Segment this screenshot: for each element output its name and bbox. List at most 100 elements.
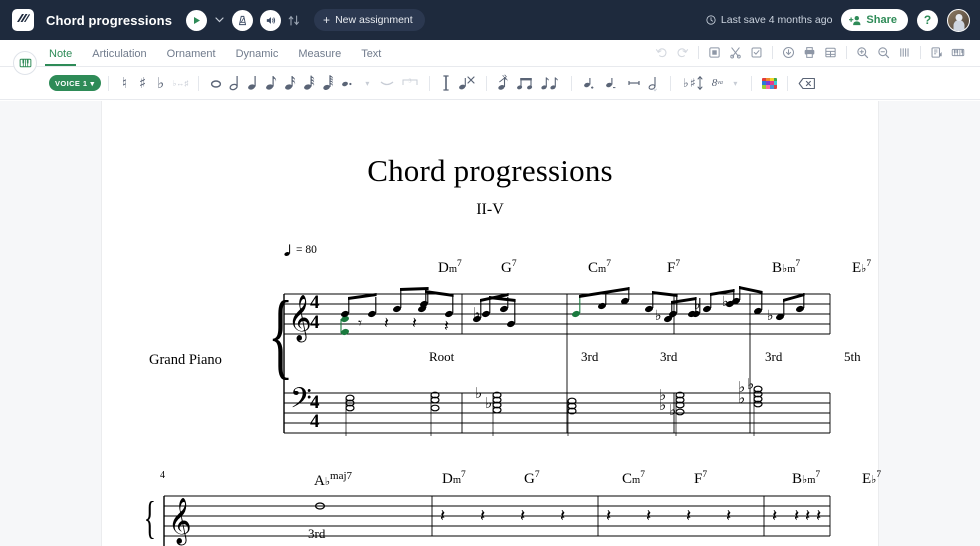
- divider: [698, 46, 699, 59]
- delete-note-icon[interactable]: [455, 71, 479, 95]
- natural-accidental-icon[interactable]: ♮: [116, 71, 134, 95]
- tab-measure[interactable]: Measure: [298, 48, 341, 66]
- tuplet-icon[interactable]: 3: [398, 71, 422, 95]
- enharmonic-toggle-icon[interactable]: ♭↔♯: [170, 71, 192, 95]
- transpose-button[interactable]: [288, 14, 300, 27]
- divider: [486, 75, 488, 91]
- flat-accidental-icon: ♭: [767, 308, 774, 324]
- metronome-button[interactable]: [232, 9, 254, 31]
- arpeggio-up-icon[interactable]: [579, 71, 601, 95]
- tab-label: Articulation: [92, 48, 147, 60]
- time-signature-denominator: 4: [310, 312, 320, 333]
- zoom-in-icon[interactable]: [852, 43, 873, 62]
- eighth-note-icon[interactable]: [262, 71, 281, 95]
- divider: [787, 75, 789, 91]
- paste-icon[interactable]: [746, 43, 767, 62]
- flat-logo-icon: [17, 14, 30, 22]
- erase-icon[interactable]: [795, 71, 819, 95]
- tremolo-icon[interactable]: [623, 71, 645, 95]
- tab-text[interactable]: Text: [361, 48, 381, 66]
- add-person-icon: [849, 15, 861, 25]
- avatar[interactable]: [947, 8, 970, 32]
- flat-accidental-icon: ♭: [722, 294, 729, 310]
- undo-icon[interactable]: [651, 43, 672, 62]
- svg-text:♯: ♯: [690, 76, 696, 90]
- divider: [846, 46, 847, 59]
- sixteenth-note-icon[interactable]: [281, 71, 300, 95]
- copy-icon[interactable]: [704, 43, 725, 62]
- flat-accidental-icon[interactable]: ♭: [152, 71, 170, 95]
- share-label: Share: [866, 14, 897, 26]
- time-signature-denominator: 4: [310, 411, 320, 432]
- palette-swatch[interactable]: [773, 84, 778, 89]
- parts-icon[interactable]: [926, 43, 947, 62]
- play-button[interactable]: [186, 9, 208, 31]
- redo-icon[interactable]: [672, 43, 693, 62]
- arpeggio-down-icon[interactable]: [601, 71, 623, 95]
- octave-8va-icon[interactable]: 8 va: [708, 71, 726, 95]
- tie-icon[interactable]: [376, 71, 398, 95]
- app-header: Chord progressions + New assignment Last…: [0, 0, 980, 40]
- header-right-group: Last save 4 months ago Share ?: [706, 8, 970, 32]
- note-toolbar: VOICE 1 ▾ ♮ ♯ ♭ ♭↔♯ ▾ 3 ♭ ♯ 8 va ▾: [0, 67, 980, 100]
- plus-icon: +: [323, 13, 331, 27]
- new-assignment-button[interactable]: + New assignment: [314, 9, 425, 31]
- stem-direction-icon[interactable]: [645, 71, 663, 95]
- sharp-accidental-icon[interactable]: ♯: [134, 71, 152, 95]
- cut-icon[interactable]: [725, 43, 746, 62]
- help-button[interactable]: ?: [917, 9, 938, 31]
- beam-icon[interactable]: [514, 71, 538, 95]
- chevron-down-icon: [215, 17, 224, 23]
- tab-label: Measure: [298, 48, 342, 60]
- thirty-second-note-icon[interactable]: [300, 71, 319, 95]
- app-logo[interactable]: [12, 9, 34, 31]
- whole-note-icon[interactable]: [206, 71, 226, 95]
- svg-text:𝄽: 𝄽: [794, 506, 799, 526]
- layout-icon[interactable]: [820, 43, 841, 62]
- score-page: Chord progressions II-V = 80 Grand Piano…: [102, 101, 881, 546]
- quarter-rest-icon: 𝄽: [444, 316, 449, 335]
- download-icon[interactable]: [778, 43, 799, 62]
- tab-ornament[interactable]: Ornament: [167, 48, 216, 66]
- accidental-shift-icon[interactable]: ♭ ♯: [678, 71, 708, 95]
- dotted-note-icon[interactable]: [338, 71, 358, 95]
- page-view-icon[interactable]: [894, 43, 915, 62]
- svg-text:𝄽: 𝄽: [772, 506, 777, 526]
- quarter-note-icon[interactable]: [244, 71, 262, 95]
- time-signature-numerator: 4: [310, 292, 320, 313]
- system-brace: {: [144, 493, 156, 544]
- svg-text:𝄽: 𝄽: [646, 506, 651, 526]
- music-notation[interactable]: 𝄞 𝄢 4 4 4 4 𝄾 𝄽 𝄽 𝄽 ♭ ♭ ♭ ♭ ♭ ♭ ♭ ♭ ♭ ♭ …: [102, 101, 878, 546]
- unbeam-icon[interactable]: [538, 71, 564, 95]
- voice-selector[interactable]: VOICE 1 ▾: [49, 75, 101, 91]
- piano-keyboard-icon: [19, 58, 31, 68]
- divider: [920, 46, 921, 59]
- print-icon[interactable]: [799, 43, 820, 62]
- editor-tabbar: Note Articulation Ornament Dynamic Measu…: [0, 40, 980, 67]
- color-palette-icon[interactable]: [759, 71, 780, 95]
- zoom-out-icon[interactable]: [873, 43, 894, 62]
- svg-text:𝄽: 𝄽: [560, 506, 565, 526]
- sidebar-piano-toggle[interactable]: [13, 51, 37, 75]
- audio-output-button[interactable]: [260, 9, 282, 31]
- svg-text:3: 3: [409, 78, 412, 84]
- playback-options-dropdown[interactable]: [214, 17, 225, 23]
- flat-accidental-icon: ♭: [473, 304, 480, 322]
- grace-note-icon[interactable]: [494, 71, 514, 95]
- treble-clef-icon: 𝄞: [168, 498, 192, 546]
- sixty-fourth-note-icon[interactable]: [319, 71, 338, 95]
- svg-text:𝄽: 𝄽: [686, 506, 691, 526]
- score-canvas[interactable]: Chord progressions II-V = 80 Grand Piano…: [0, 101, 980, 546]
- chevron-down-icon: ▾: [90, 78, 95, 88]
- flat-accidental-icon: ♭: [659, 396, 666, 414]
- tab-dynamic[interactable]: Dynamic: [236, 48, 279, 66]
- document-title[interactable]: Chord progressions: [46, 13, 172, 28]
- tab-articulation[interactable]: Articulation: [92, 48, 146, 66]
- rest-icon[interactable]: [437, 71, 455, 95]
- dot-dropdown-icon[interactable]: ▾: [358, 71, 376, 95]
- tab-note[interactable]: Note: [44, 48, 77, 66]
- piano-keyboard-icon[interactable]: [947, 43, 968, 62]
- octave-dropdown-icon[interactable]: ▾: [726, 71, 744, 95]
- share-button[interactable]: Share: [841, 9, 908, 31]
- half-note-icon[interactable]: [226, 71, 244, 95]
